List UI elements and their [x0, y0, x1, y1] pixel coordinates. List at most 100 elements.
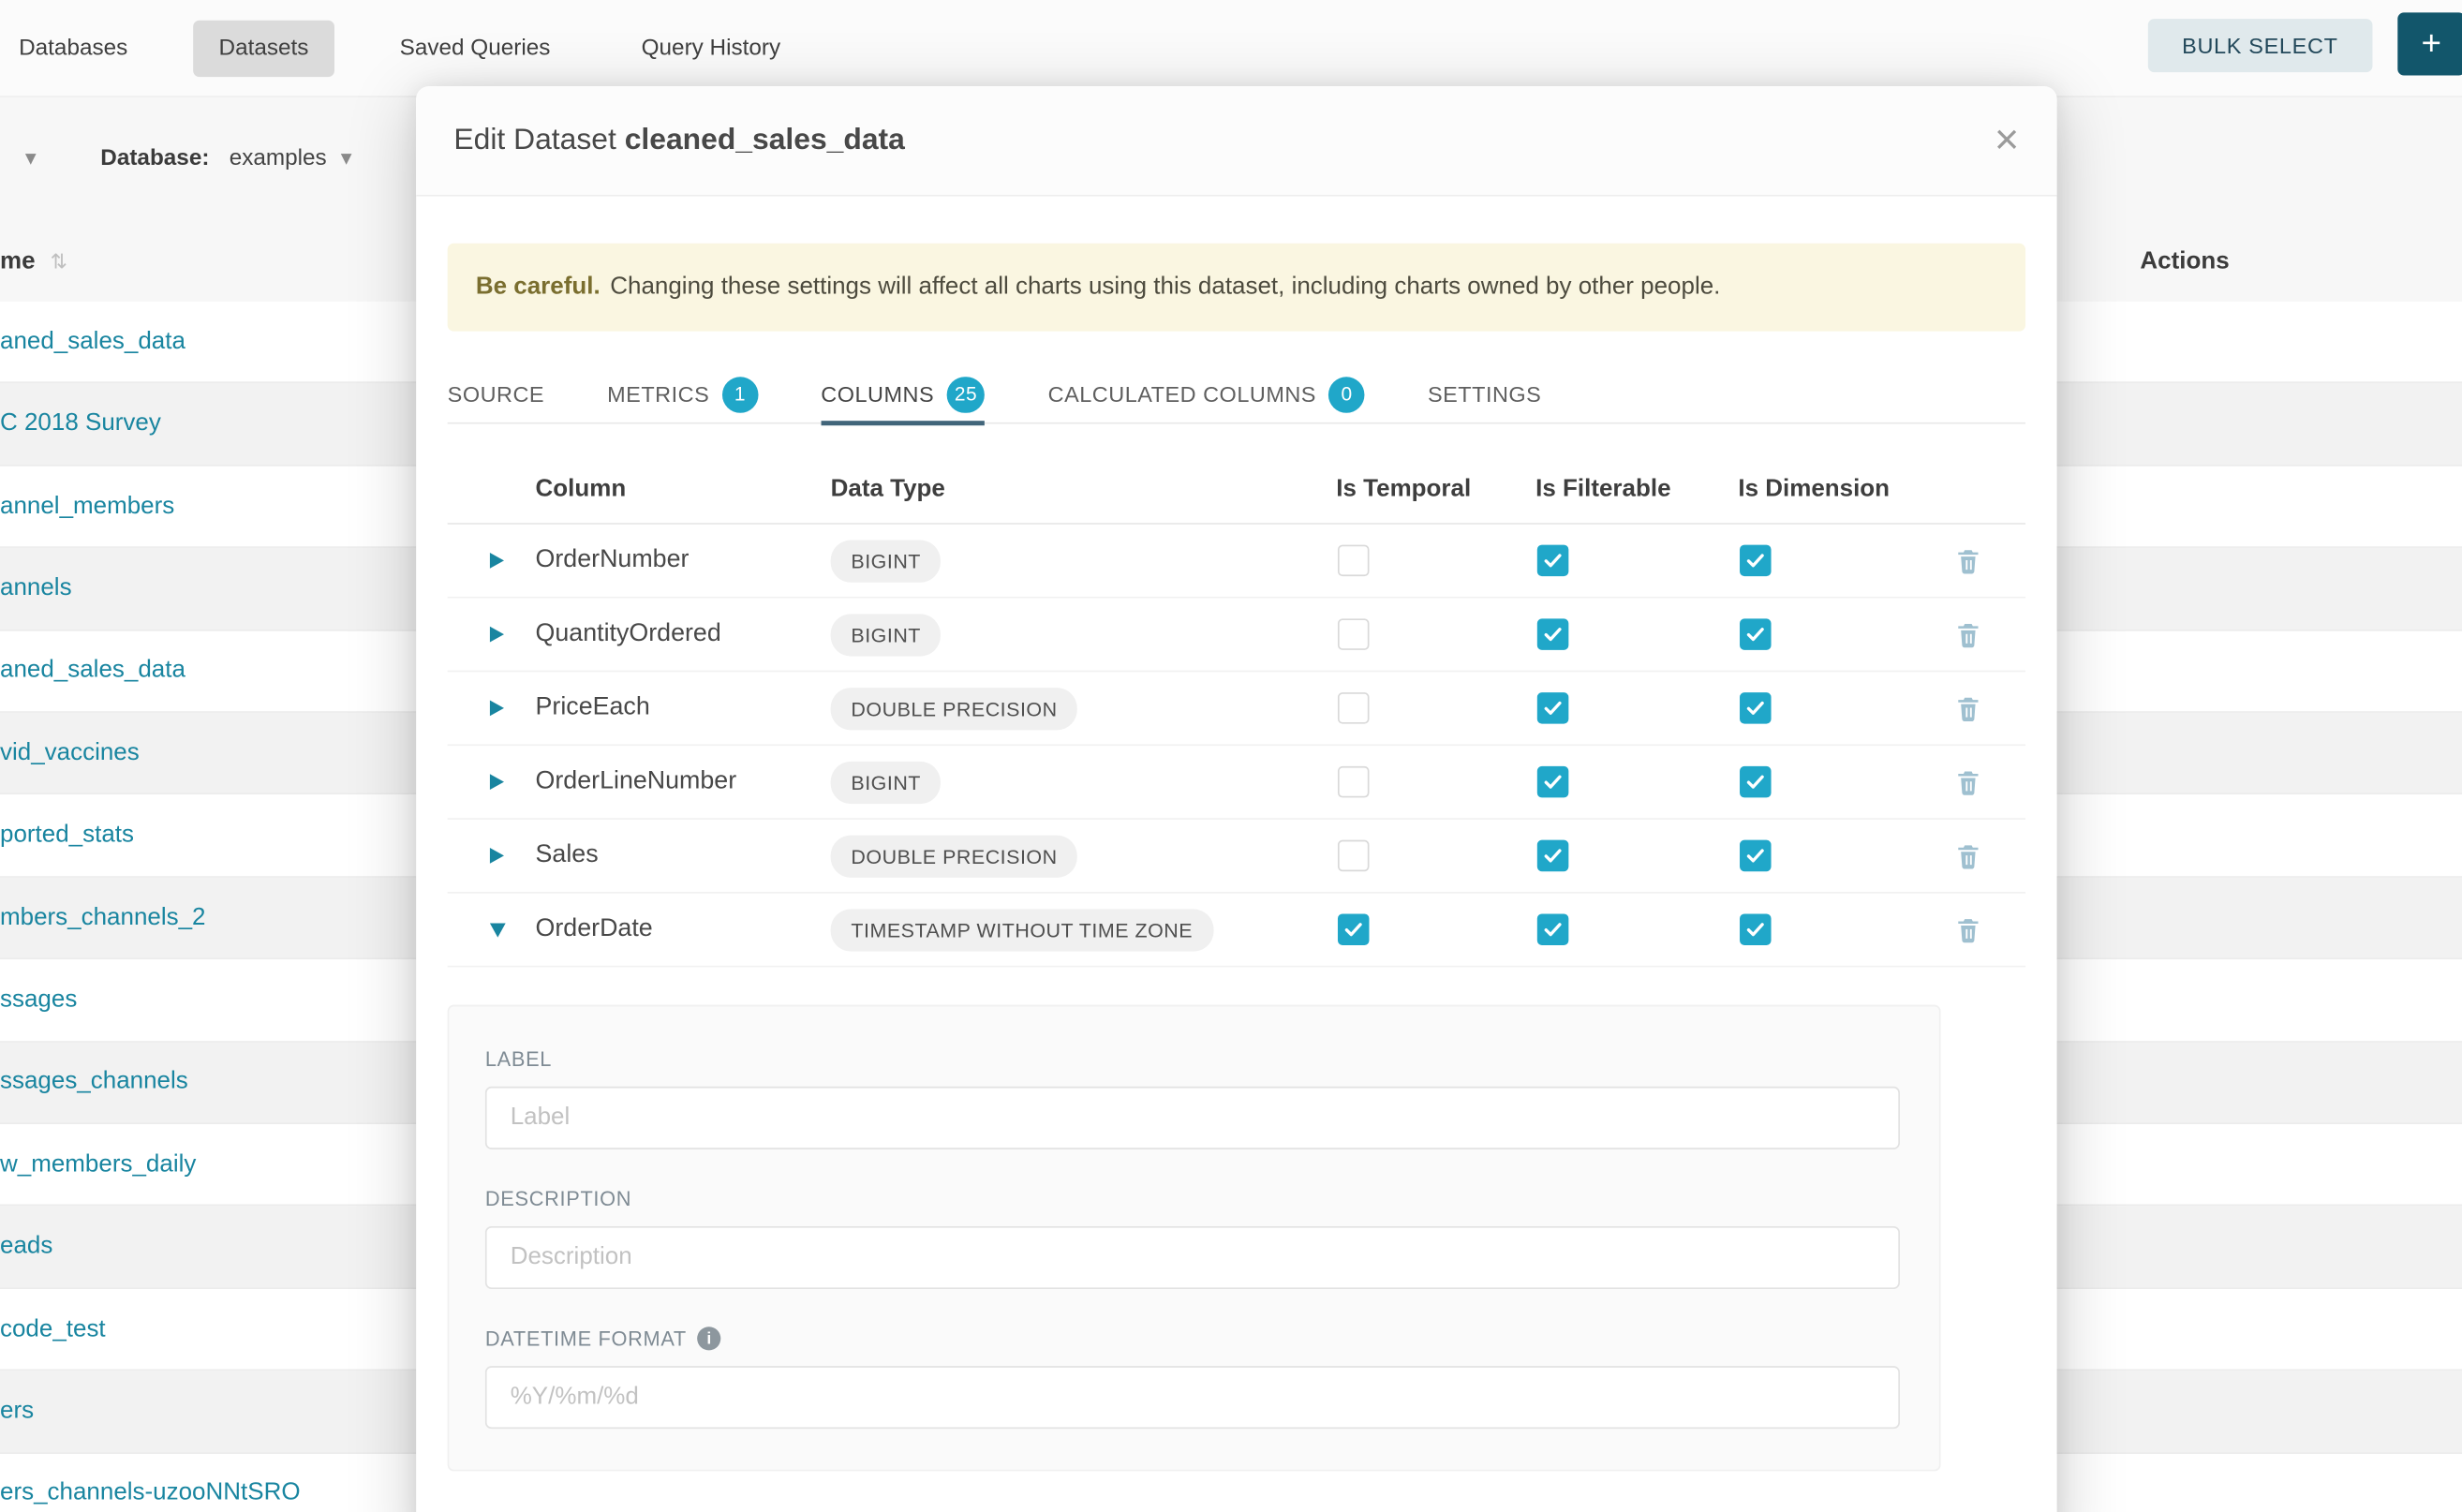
- dataset-link[interactable]: ssages_channels: [0, 1068, 188, 1096]
- dataset-link[interactable]: ers_channels-uzooNNtSRO: [0, 1479, 301, 1507]
- bulk-select-button[interactable]: BULK SELECT: [2147, 19, 2372, 72]
- delete-column-trash-icon[interactable]: [1951, 692, 1983, 724]
- columns-table-body: OrderNumberBIGINTQuantityOrderedBIGINTPr…: [448, 525, 2025, 968]
- nav-item-databases[interactable]: Databases: [0, 20, 153, 76]
- dataset-link[interactable]: annels: [0, 574, 72, 602]
- chevron-down-icon[interactable]: ▾: [25, 144, 37, 170]
- is-dimension-checkbox[interactable]: [1740, 913, 1772, 945]
- header-data-type: Data Type: [831, 475, 1337, 503]
- tab-calculated-columns[interactable]: CALCULATED COLUMNS 0: [1048, 365, 1365, 423]
- dataset-link[interactable]: aned_sales_data: [0, 328, 185, 356]
- dataset-link[interactable]: aned_sales_data: [0, 657, 185, 685]
- expand-caret-icon[interactable]: [490, 848, 504, 864]
- top-nav: Databases Datasets Saved Queries Query H…: [0, 0, 2462, 97]
- chevron-down-icon[interactable]: ▾: [341, 144, 352, 170]
- data-type-pill: BIGINT: [831, 761, 942, 803]
- data-type-pill: DOUBLE PRECISION: [831, 687, 1078, 729]
- is-dimension-checkbox[interactable]: [1740, 545, 1772, 577]
- delete-column-trash-icon[interactable]: [1951, 766, 1983, 798]
- data-type-pill: TIMESTAMP WITHOUT TIME ZONE: [831, 909, 1213, 951]
- is-filterable-checkbox[interactable]: [1537, 766, 1569, 798]
- column-name: OrderNumber: [536, 546, 690, 572]
- is-filterable-checkbox[interactable]: [1537, 618, 1569, 650]
- dataset-link[interactable]: code_test: [0, 1315, 106, 1343]
- delete-column-trash-icon[interactable]: [1951, 913, 1983, 945]
- is-filterable-checkbox[interactable]: [1537, 913, 1569, 945]
- is-temporal-checkbox[interactable]: [1338, 766, 1370, 798]
- nav-item-query-history[interactable]: Query History: [616, 20, 806, 76]
- column-row: OrderNumber BIGINT: [448, 525, 2025, 599]
- column-row: SalesDOUBLE PRECISION: [448, 820, 2025, 894]
- warning-banner: Be careful. Changing these settings will…: [448, 244, 2025, 332]
- columns-table-header: Column Data Type Is Temporal Is Filterab…: [448, 455, 2025, 525]
- expand-caret-icon[interactable]: [490, 553, 504, 569]
- delete-column-trash-icon[interactable]: [1951, 840, 1983, 872]
- dataset-link[interactable]: ssages: [0, 986, 77, 1014]
- is-temporal-checkbox[interactable]: [1338, 913, 1370, 945]
- header-is-filterable: Is Filterable: [1535, 475, 1738, 503]
- dataset-link[interactable]: annel_members: [0, 492, 174, 520]
- is-filterable-checkbox[interactable]: [1537, 692, 1569, 724]
- add-dataset-button[interactable]: +: [2397, 12, 2462, 75]
- database-filter-label: Database:: [100, 146, 209, 171]
- is-filterable-checkbox[interactable]: [1537, 545, 1569, 577]
- column-name: QuantityOrdered: [536, 620, 721, 646]
- dataset-link[interactable]: ported_stats: [0, 822, 134, 850]
- is-temporal-checkbox[interactable]: [1338, 545, 1370, 577]
- columns-table: Column Data Type Is Temporal Is Filterab…: [448, 455, 2025, 967]
- actions-column-header: Actions: [2140, 248, 2229, 276]
- description-field-label: DESCRIPTION: [485, 1187, 1903, 1210]
- name-column-header[interactable]: me: [0, 248, 36, 276]
- label-field-label: LABEL: [485, 1047, 1903, 1071]
- info-icon[interactable]: i: [698, 1327, 721, 1350]
- tab-columns[interactable]: COLUMNS 25: [821, 365, 985, 423]
- delete-column-trash-icon[interactable]: [1951, 618, 1983, 650]
- label-field-group: LABEL: [485, 1047, 1903, 1149]
- column-row: QuantityOrderedBIGINT: [448, 599, 2025, 673]
- tab-source-label: SOURCE: [448, 381, 544, 407]
- dataset-link[interactable]: w_members_daily: [0, 1150, 196, 1178]
- is-dimension-checkbox[interactable]: [1740, 618, 1772, 650]
- tab-columns-label: COLUMNS: [821, 381, 934, 407]
- modal-body: Be careful. Changing these settings will…: [416, 244, 2056, 1472]
- dataset-link[interactable]: C 2018 Survey: [0, 410, 161, 438]
- tab-calculated-columns-label: CALCULATED COLUMNS: [1048, 381, 1316, 407]
- database-filter-value[interactable]: examples: [230, 146, 327, 171]
- tab-source[interactable]: SOURCE: [448, 365, 544, 423]
- nav-item-saved-queries[interactable]: Saved Queries: [375, 20, 575, 76]
- datetime-format-input[interactable]: [485, 1366, 1900, 1429]
- app-viewport: Databases Datasets Saved Queries Query H…: [0, 0, 2462, 1512]
- datetime-format-field-label: DATETIME FORMAT i: [485, 1327, 1903, 1350]
- description-input[interactable]: [485, 1226, 1900, 1289]
- datetime-format-label-text: DATETIME FORMAT: [485, 1327, 687, 1350]
- nav-item-datasets[interactable]: Datasets: [194, 20, 334, 76]
- tab-settings-label: SETTINGS: [1428, 381, 1541, 407]
- tab-settings[interactable]: SETTINGS: [1428, 365, 1541, 423]
- dataset-link[interactable]: mbers_channels_2: [0, 904, 206, 932]
- close-icon[interactable]: ×: [1995, 119, 2019, 161]
- label-input[interactable]: [485, 1087, 1900, 1149]
- is-filterable-checkbox[interactable]: [1537, 840, 1569, 872]
- delete-column-trash-icon[interactable]: [1951, 545, 1983, 577]
- calculated-columns-count-badge: 0: [1328, 376, 1365, 412]
- edit-dataset-modal: Edit Dataset cleaned_sales_data × Be car…: [416, 86, 2056, 1512]
- expand-caret-icon[interactable]: [490, 701, 504, 717]
- collapse-caret-icon[interactable]: [490, 923, 506, 937]
- header-is-temporal: Is Temporal: [1336, 475, 1535, 503]
- data-type-pill: BIGINT: [831, 540, 942, 582]
- is-dimension-checkbox[interactable]: [1740, 766, 1772, 798]
- is-temporal-checkbox[interactable]: [1338, 692, 1370, 724]
- dataset-link[interactable]: ers: [0, 1398, 34, 1426]
- expand-caret-icon[interactable]: [490, 774, 504, 790]
- tab-metrics[interactable]: METRICS 1: [607, 365, 758, 423]
- is-dimension-checkbox[interactable]: [1740, 692, 1772, 724]
- dataset-link[interactable]: eads: [0, 1233, 52, 1261]
- is-temporal-checkbox[interactable]: [1338, 618, 1370, 650]
- column-row: OrderDateTIMESTAMP WITHOUT TIME ZONE: [448, 894, 2025, 968]
- is-dimension-checkbox[interactable]: [1740, 840, 1772, 872]
- warning-banner-text: Changing these settings will affect all …: [603, 274, 1720, 300]
- is-temporal-checkbox[interactable]: [1338, 840, 1370, 872]
- dataset-link[interactable]: vid_vaccines: [0, 739, 140, 767]
- expand-caret-icon[interactable]: [490, 627, 504, 643]
- sort-icon[interactable]: ⇅: [51, 249, 67, 274]
